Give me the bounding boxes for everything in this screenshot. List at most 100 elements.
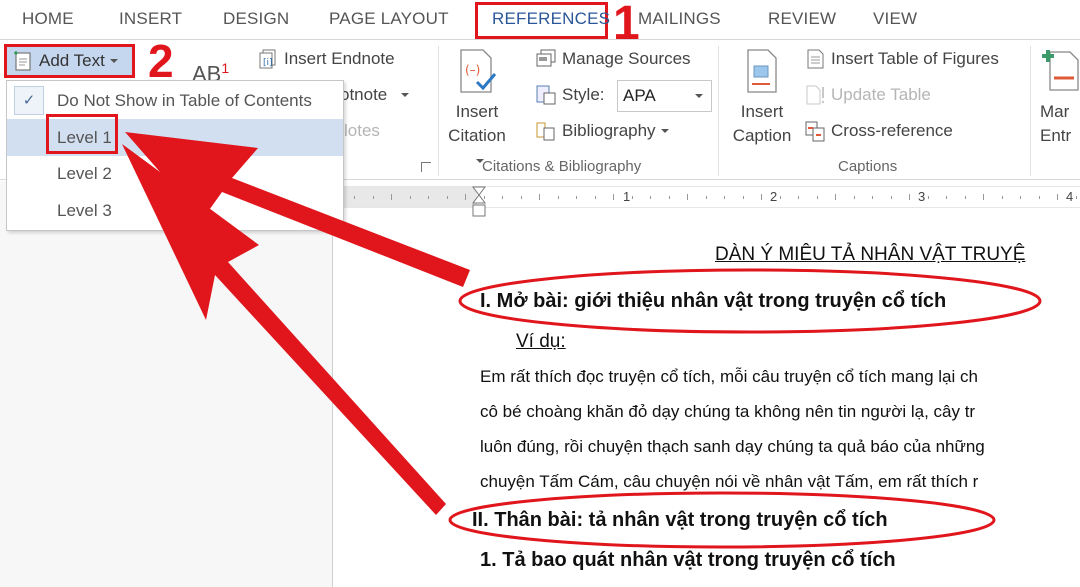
update-table-button[interactable]: Update Table xyxy=(804,84,931,106)
cross-reference-button[interactable]: Cross-reference xyxy=(804,120,953,142)
table-of-figures-icon xyxy=(804,48,826,70)
manage-sources-icon xyxy=(535,48,557,70)
style-label: Style: xyxy=(562,85,605,104)
manage-sources-button[interactable]: Manage Sources xyxy=(535,48,691,70)
insert-table-of-figures-button[interactable]: Insert Table of Figures xyxy=(804,48,999,70)
chevron-down-icon xyxy=(109,59,118,63)
menu-item-level-3[interactable]: Level 3 xyxy=(7,192,343,229)
update-table-icon xyxy=(804,84,826,106)
ruler-tick xyxy=(1057,194,1058,200)
tab-review[interactable]: REVIEW xyxy=(768,9,836,29)
paragraph-line: luôn đúng, rồi chuyện thạch sanh dạy chú… xyxy=(480,437,985,456)
ruler-tick xyxy=(687,194,688,200)
ruler-tick xyxy=(779,196,781,199)
ruler-tick xyxy=(724,196,725,199)
add-text-button[interactable]: Add Text xyxy=(4,44,135,78)
heading-than-bai: II. Thân bài: tả nhân vật trong truyện c… xyxy=(472,509,888,531)
ruler-tick xyxy=(446,196,448,199)
insert-endnote-button[interactable]: [i] Insert Endnote xyxy=(257,48,395,70)
menu-item-label: Do Not Show in Table of Contents xyxy=(57,91,312,110)
ruler-tick xyxy=(557,196,559,199)
insert-caption-label-2: Caption xyxy=(732,126,792,145)
ruler-tick xyxy=(465,194,466,200)
style-label-item: Style: xyxy=(535,84,605,106)
ruler-tick xyxy=(964,196,966,199)
menu-item-label: Level 2 xyxy=(57,164,112,183)
paragraph-line: chuyện Tấm Cám, câu chuyện nói về nhân v… xyxy=(480,472,979,491)
ruler-tick xyxy=(853,196,855,199)
tab-mailings[interactable]: MAILINGS xyxy=(638,9,721,29)
mark-entry-label-2: Entr xyxy=(1040,126,1072,145)
ruler-tick xyxy=(391,194,392,200)
step-number-1: 1 xyxy=(613,0,640,50)
navigation-pane xyxy=(0,181,333,587)
cross-reference-label: Cross-reference xyxy=(831,121,953,140)
tab-design[interactable]: DESIGN xyxy=(223,9,289,29)
dialog-launcher-icon[interactable] xyxy=(421,162,431,172)
ruler-tick xyxy=(520,196,522,199)
svg-text:[i]: [i] xyxy=(263,58,273,68)
example-label: Ví dụ: xyxy=(516,331,566,352)
mark-entry-label-1: Mar xyxy=(1040,102,1070,121)
ruler-tick xyxy=(872,196,873,199)
mark-entry-button[interactable]: Mar Entr xyxy=(1040,46,1080,148)
ruler-number: 1 xyxy=(623,189,631,204)
insert-caption-icon xyxy=(742,46,782,96)
citation-style-select[interactable]: APA xyxy=(617,80,712,112)
add-text-label: Add Text xyxy=(39,51,105,70)
tab-references[interactable]: REFERENCES xyxy=(492,9,610,29)
indent-marker-icon[interactable] xyxy=(472,186,486,218)
ruler-tick xyxy=(409,196,411,199)
footnote-superscript: 1 xyxy=(221,60,230,76)
ruler-tick xyxy=(761,194,762,200)
insert-table-of-figures-label: Insert Table of Figures xyxy=(831,49,999,68)
paragraph-line: Em rất thích đọc truyện cổ tích, mỗi câu… xyxy=(480,367,978,386)
ruler-tick xyxy=(983,194,984,200)
show-notes-button[interactable]: lotes xyxy=(344,121,380,141)
tab-view[interactable]: VIEW xyxy=(873,9,917,29)
ruler-tick xyxy=(372,196,374,199)
insert-citation-button[interactable]: (–) Insert Citation xyxy=(447,46,507,172)
ruler-number: 4 xyxy=(1066,189,1074,204)
insert-caption-button[interactable]: Insert Caption xyxy=(728,46,796,148)
cross-reference-icon xyxy=(804,120,826,142)
chevron-down-icon xyxy=(401,93,410,97)
next-footnote-button[interactable]: otnote xyxy=(340,85,410,105)
heading-mo-bai: I. Mở bài: giới thiệu nhân vật trong tru… xyxy=(480,290,947,312)
ruler-tick xyxy=(890,196,892,199)
next-footnote-label: otnote xyxy=(340,85,388,104)
paragraph-line: cô bé choàng khăn đỏ dạy chúng ta không … xyxy=(480,402,976,421)
add-text-dropdown-menu: ✓ Do Not Show in Table of Contents Level… xyxy=(6,80,344,231)
ruler-tick xyxy=(798,196,799,199)
ruler-tick xyxy=(705,196,707,199)
bibliography-button[interactable]: Bibliography xyxy=(535,120,669,142)
insert-citation-label-1: Insert xyxy=(455,102,499,121)
captions-group-label: Captions xyxy=(838,158,898,175)
ruler-tick xyxy=(909,194,910,200)
citations-group-label: Citations & Bibliography xyxy=(482,158,642,175)
insert-citation-label-2: Citation xyxy=(448,126,506,145)
document-title: DÀN Ý MIÊU TẢ NHÂN VẬT TRUYỆ xyxy=(715,244,1026,265)
ruler-tick xyxy=(613,194,614,200)
ruler-tick xyxy=(1020,196,1021,199)
tab-page-layout[interactable]: PAGE LAYOUT xyxy=(329,9,449,29)
group-separator xyxy=(718,46,719,176)
ruler-tick xyxy=(668,196,670,199)
mark-entry-icon xyxy=(1040,46,1080,96)
ruler-tick xyxy=(631,196,633,199)
insert-endnote-label: Insert Endnote xyxy=(284,49,395,68)
tab-insert[interactable]: INSERT xyxy=(119,9,182,29)
horizontal-ruler[interactable]: 1 2 3 4 xyxy=(344,186,1080,208)
ruler-tick xyxy=(502,196,503,199)
bibliography-icon xyxy=(535,120,557,142)
insert-endnote-icon: [i] xyxy=(257,48,279,70)
ruler-tick xyxy=(594,196,596,199)
menu-item-level-2[interactable]: Level 2 xyxy=(7,155,343,192)
ruler-tick xyxy=(1001,196,1003,199)
tab-home[interactable]: HOME xyxy=(22,9,74,29)
ruler-tick xyxy=(927,196,929,199)
group-separator xyxy=(438,46,439,176)
level-1-highlight xyxy=(46,114,118,154)
ruler-tick xyxy=(539,194,540,200)
ruler-tick xyxy=(1038,196,1040,199)
